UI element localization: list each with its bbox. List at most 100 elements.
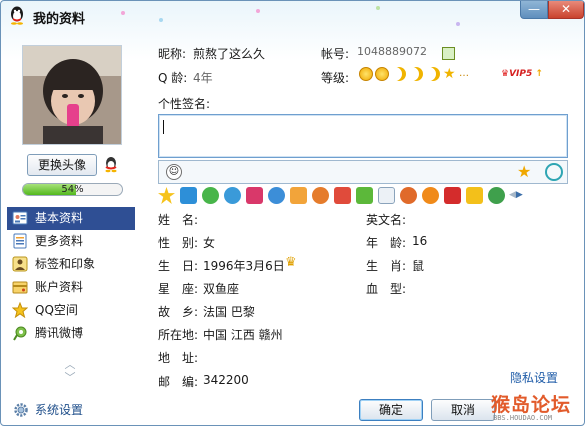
nav-item-more-info[interactable]: 更多资料 <box>7 230 135 253</box>
vip-arrow-icon: ↑ <box>532 69 543 79</box>
privacy-settings-link[interactable]: 隐私设置 <box>510 369 558 386</box>
birthday-label: 生 日: <box>158 259 199 273</box>
qq-music-icon[interactable] <box>180 187 197 204</box>
sparkle-decoration <box>159 18 163 22</box>
nav-item-qzone[interactable]: QQ空间 <box>7 299 135 322</box>
emoji-icon[interactable]: ☺ <box>166 164 182 180</box>
qq-pet-icon[interactable] <box>224 187 241 204</box>
nav-item-weibo[interactable]: 腾讯微博 <box>7 322 135 345</box>
gender-value: 女 <box>203 236 216 250</box>
farm-icon[interactable] <box>356 187 373 204</box>
sun-icon <box>359 67 373 81</box>
location-value: 中国 江西 赣州 <box>203 328 283 342</box>
service-icons-row: ◀▶ <box>158 187 568 207</box>
sparkle-decoration <box>376 6 380 10</box>
nav-label: QQ空间 <box>35 303 78 317</box>
hometown-label: 故 乡: <box>158 305 199 319</box>
nav-scroll[interactable]: ︿ ﹀ <box>63 358 77 384</box>
game-icon[interactable] <box>202 187 219 204</box>
postcode-label: 邮 编: <box>158 375 199 389</box>
share-icon[interactable] <box>545 163 563 181</box>
wallet-icon[interactable] <box>400 187 417 204</box>
profile-completion-bar: 54% <box>22 183 123 196</box>
arrow-right-icon[interactable]: ▶ <box>516 190 523 200</box>
cancel-button[interactable]: 取消 <box>431 399 495 421</box>
signature-input[interactable] <box>158 114 568 158</box>
title-bar[interactable]: 我的资料 — ✕ <box>1 1 584 31</box>
nav-label: 账户资料 <box>35 280 84 294</box>
left-nav: 基本资料 更多资料 标签和印象 账户资料 QQ空间 腾讯微博 <box>7 207 135 345</box>
vip-text: VIP5 <box>509 69 533 79</box>
age-label: 年 龄: <box>366 236 407 250</box>
account-value: 1048889072 <box>357 45 427 58</box>
moon-icon <box>392 67 406 81</box>
left-pane: 更换头像 54% 基本资料 更多资料 标签和印象 账户资料 QQ空间 腾讯微博 … <box>1 31 141 425</box>
club-icon[interactable] <box>422 187 439 204</box>
change-avatar-button[interactable]: 更换头像 <box>27 154 97 176</box>
english-name-label: 英文名: <box>366 213 407 227</box>
age-value: 16 <box>412 234 428 248</box>
minimize-button[interactable]: — <box>520 1 548 19</box>
zodiac-value: 鼠 <box>412 259 425 273</box>
diamond-icon[interactable] <box>334 187 351 204</box>
nav-label: 更多资料 <box>35 234 84 248</box>
mail-icon[interactable] <box>290 187 307 204</box>
vip-badge[interactable]: ♛VIP5 ↑ <box>501 66 543 82</box>
qzone-star-icon <box>12 302 28 318</box>
nav-item-account[interactable]: 账户资料 <box>7 276 135 299</box>
sparkle-decoration <box>256 9 260 13</box>
watermark-title: 猴岛论坛 <box>491 394 572 416</box>
avatar-photo <box>23 46 121 144</box>
constellation-value: 双鱼座 <box>203 282 240 296</box>
chevron-down-icon[interactable]: ﹀ <box>63 371 77 384</box>
forum-watermark: 猴岛论坛 BBS.HOUDAO.COM <box>491 390 583 424</box>
nickname-label: 昵称: <box>158 47 187 61</box>
star-icon: ★ <box>443 66 456 82</box>
name-label: 姓 名: <box>158 213 199 227</box>
basic-info-icon <box>12 211 28 225</box>
ok-button[interactable]: 确定 <box>359 399 423 421</box>
qq-show-icon[interactable] <box>102 155 120 173</box>
more-dots-icon: … <box>459 68 469 79</box>
badge-icon[interactable] <box>444 187 461 204</box>
star-icon[interactable]: ★ <box>517 163 535 181</box>
watermark-url: BBS.HOUDAO.COM <box>493 414 553 422</box>
nav-label: 基本资料 <box>35 211 84 225</box>
sparkle-decoration <box>456 22 460 26</box>
nickname-value: 煎熬了这么久 <box>193 47 266 61</box>
qzone-icon[interactable] <box>158 187 175 204</box>
penguin-icon[interactable] <box>312 187 329 204</box>
avatar[interactable] <box>22 45 122 145</box>
nav-item-tags[interactable]: 标签和印象 <box>7 253 135 276</box>
system-settings-label: 系统设置 <box>35 403 84 417</box>
birthday-crown-icon: ♛ <box>285 255 297 270</box>
more-info-icon <box>13 233 27 249</box>
signature-toolbar: ☺ ★ <box>158 160 568 184</box>
fortune-icon[interactable] <box>466 187 483 204</box>
arrow-left-icon[interactable]: ◀ <box>509 190 516 200</box>
service-scroll-arrows[interactable]: ◀▶ <box>509 190 523 200</box>
chevron-up-icon[interactable]: ︿ <box>63 358 77 371</box>
main-pane: 昵称: 煎熬了这么久 帐号: 1048889072 Q 龄: 4年 等级: ★ … <box>141 31 584 425</box>
qage-label: Q 龄: <box>158 71 188 85</box>
system-settings-link[interactable]: 系统设置 <box>13 400 83 420</box>
postcode-value: 342200 <box>203 373 249 387</box>
constellation-label: 星 座: <box>158 282 199 296</box>
letter-icon[interactable] <box>378 187 395 204</box>
sun-icon <box>375 67 389 81</box>
qrcode-icon[interactable] <box>442 47 455 60</box>
close-button[interactable]: ✕ <box>548 1 584 19</box>
level-label: 等级: <box>321 71 350 85</box>
gender-label: 性 别: <box>158 236 199 250</box>
weibo-icon <box>13 326 27 341</box>
app-icon[interactable] <box>246 187 263 204</box>
nav-item-basic-info[interactable]: 基本资料 <box>7 207 135 230</box>
account-icon <box>12 281 28 294</box>
mobile-icon[interactable] <box>268 187 285 204</box>
nav-label: 腾讯微博 <box>35 326 84 340</box>
browser-icon[interactable] <box>488 187 505 204</box>
tags-icon <box>12 256 28 272</box>
sparkle-decoration <box>121 11 125 15</box>
gear-icon <box>14 403 28 417</box>
blood-label: 血 型: <box>366 282 407 296</box>
